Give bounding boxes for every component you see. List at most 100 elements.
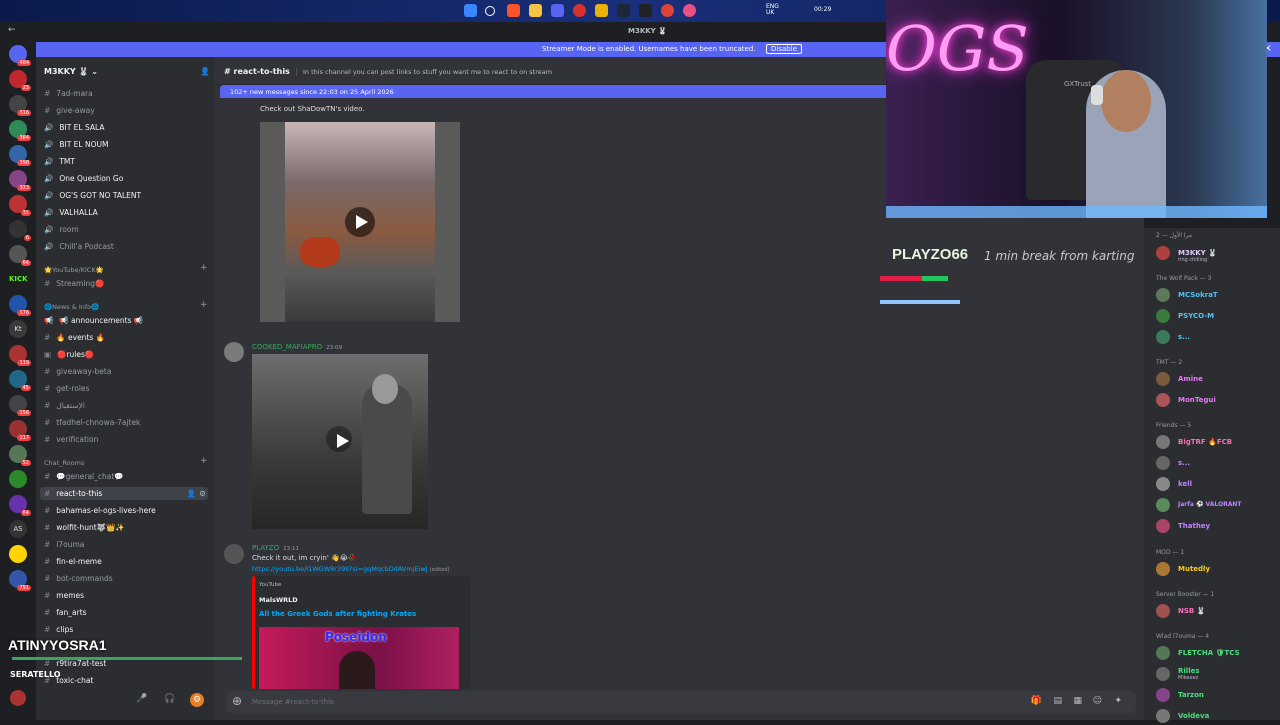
windows-start-icon[interactable] bbox=[464, 4, 477, 17]
message-composer[interactable]: ⊕ Message #react-to-this 🎁 ▤ ▦ ☺ ✦ bbox=[226, 691, 1136, 713]
channel-streaming[interactable]: # Streaming🔴 bbox=[44, 279, 104, 288]
channel-fin-el-meme[interactable]: # fin-el-meme bbox=[44, 557, 102, 566]
channel-topic[interactable]: In this channel you can post links to st… bbox=[296, 68, 552, 76]
kick-server-icon[interactable]: KICK bbox=[9, 270, 28, 288]
server-icon[interactable]: 64 bbox=[9, 495, 31, 516]
gif-icon[interactable]: ▤ bbox=[1053, 696, 1062, 706]
server-icon[interactable]: 52 bbox=[9, 445, 31, 466]
embed-author[interactable]: MalsWRLD bbox=[259, 596, 298, 604]
channel-bit-el-sala[interactable]: 🔊 BIT EL SALA bbox=[44, 123, 104, 132]
terminal-icon[interactable] bbox=[639, 4, 652, 17]
steam-icon[interactable] bbox=[617, 4, 630, 17]
server-icon[interactable]: 156 bbox=[9, 395, 31, 416]
video-embed-1[interactable] bbox=[260, 122, 460, 322]
channel-give-away[interactable]: # give-away bbox=[44, 106, 95, 115]
category-chat-rooms[interactable]: Chat_Rooms bbox=[44, 459, 84, 467]
message-author[interactable]: PLAYZO 23:11 bbox=[252, 544, 299, 552]
file-explorer-icon[interactable] bbox=[529, 4, 542, 17]
channel-events[interactable]: # 🔥 events 🔥 bbox=[44, 333, 105, 342]
record-icon[interactable] bbox=[573, 4, 586, 17]
channel-bit-el-noum[interactable]: 🔊 BIT EL NOUM bbox=[44, 140, 108, 149]
play-icon[interactable] bbox=[326, 426, 352, 452]
disable-streamer-mode-button[interactable]: Disable bbox=[766, 44, 802, 54]
server-icon[interactable]: 6 bbox=[9, 220, 31, 241]
server-icon[interactable]: 31 bbox=[9, 195, 31, 216]
channel-tmt[interactable]: 🔊 TMT bbox=[44, 157, 75, 166]
user-avatar[interactable] bbox=[224, 342, 244, 362]
channel-verification[interactable]: # verification bbox=[44, 435, 98, 444]
channel-bot-commands[interactable]: # bot-commands bbox=[44, 574, 113, 583]
channel-wolfit-hunt[interactable]: # wolfit-hunt🐺👑✨ bbox=[44, 523, 125, 532]
server-icon[interactable] bbox=[9, 470, 27, 488]
emoji-icon[interactable]: ☺ bbox=[1093, 696, 1102, 706]
channel-tfadhel[interactable]: # tfadhel-chnowa-7ajtek bbox=[44, 418, 140, 427]
server-icon[interactable]: 384 bbox=[9, 120, 31, 141]
server-icon[interactable] bbox=[9, 545, 27, 563]
server-icon[interactable]: 323 bbox=[9, 170, 31, 191]
channel-room[interactable]: 🔊 room bbox=[44, 225, 79, 234]
embed-title[interactable]: All the Greek Gods after fighting Kratos bbox=[259, 610, 416, 618]
play-icon[interactable] bbox=[345, 207, 375, 237]
sticker-icon[interactable]: ▦ bbox=[1073, 696, 1082, 706]
server-icon[interactable]: 484 bbox=[9, 45, 31, 66]
server-icon[interactable]: 117 bbox=[9, 420, 31, 441]
add-channel-icon[interactable]: + bbox=[200, 263, 208, 273]
pin-icon[interactable] bbox=[683, 4, 696, 17]
embed-thumbnail[interactable]: Poseidon bbox=[259, 627, 459, 689]
channel-giveaway-beta[interactable]: # giveaway-beta bbox=[44, 367, 111, 376]
discord-app-icon[interactable] bbox=[551, 4, 564, 17]
gear-icon[interactable]: ⚙ bbox=[199, 489, 206, 498]
microphone-icon[interactable]: 🎤 bbox=[136, 694, 147, 704]
channel-clips[interactable]: # clips bbox=[44, 625, 73, 634]
server-icon[interactable]: 23 bbox=[9, 70, 31, 91]
channel-fan-arts[interactable]: # fan_arts bbox=[44, 608, 87, 617]
headphones-icon[interactable]: 🎧 bbox=[164, 694, 175, 704]
server-icon[interactable]: 398 bbox=[9, 145, 31, 166]
server-icon[interactable]: AS bbox=[9, 520, 27, 538]
category-news-info[interactable]: 🌐News & Info🌐 bbox=[44, 303, 99, 311]
server-icon[interactable]: 64 bbox=[9, 245, 31, 266]
server-icon[interactable]: 119 bbox=[9, 345, 31, 366]
brave-browser-icon[interactable] bbox=[507, 4, 520, 17]
user-avatar[interactable] bbox=[224, 544, 244, 564]
tray-language[interactable]: ENG UK bbox=[766, 4, 779, 16]
channel-general-chat[interactable]: # 💬general_chat💬 bbox=[44, 472, 124, 481]
shield-icon[interactable] bbox=[595, 4, 608, 17]
server-icon[interactable]: 45 bbox=[9, 370, 31, 391]
server-icon[interactable]: 791 bbox=[9, 570, 31, 591]
settings-gear-icon[interactable]: ⚙ bbox=[190, 693, 204, 707]
youtube-link[interactable]: https://youtu.be/l1WGW8r39lI?si=gqMqcbDd… bbox=[252, 565, 428, 573]
channel-get-roles[interactable]: # get-roles bbox=[44, 384, 89, 393]
server-icon[interactable]: Kt bbox=[9, 320, 27, 338]
channel-announcements[interactable]: 📢 📢 announcements 📢 bbox=[44, 316, 143, 325]
category-youtube-kick[interactable]: 🌟YouTube/KICK🌟 bbox=[44, 266, 104, 274]
server-icon[interactable]: 176 bbox=[9, 295, 31, 316]
add-channel-icon[interactable]: + bbox=[200, 300, 208, 310]
message-link[interactable]: https://youtu.be/l1WGW8r39lI?si=gqMqcbDd… bbox=[252, 565, 449, 573]
channel-rules[interactable]: ▣ 🔴rules🔴 bbox=[44, 350, 94, 359]
search-icon[interactable] bbox=[485, 6, 495, 16]
clock[interactable]: 00:29 bbox=[814, 7, 831, 13]
channel-ogs-got-no-talent[interactable]: 🔊 OG'S GOT NO TALENT bbox=[44, 191, 141, 200]
user-avatar[interactable] bbox=[10, 690, 26, 706]
invite-icon[interactable]: 👤 bbox=[187, 489, 196, 498]
channel-chilla-podcast[interactable]: 🔊 Chill'a Podcast bbox=[44, 242, 114, 251]
channel-7ad-mara[interactable]: #7ad-mara bbox=[44, 89, 93, 98]
chrome-icon[interactable] bbox=[661, 4, 674, 17]
channel-l7ouma[interactable]: # l7ouma bbox=[44, 540, 84, 549]
channel-bahamas[interactable]: # bahamas-el-ogs-lives-here bbox=[44, 506, 156, 515]
channel-one-question-go[interactable]: 🔊 One Question Go bbox=[44, 174, 123, 183]
add-friend-icon[interactable]: 👤 bbox=[200, 67, 210, 76]
channel-valhalla[interactable]: 🔊 VALHALLA bbox=[44, 208, 98, 217]
server-icon[interactable]: 316 bbox=[9, 95, 31, 116]
add-attachment-icon[interactable]: ⊕ bbox=[232, 694, 242, 708]
back-arrow-icon[interactable]: ← bbox=[8, 25, 16, 35]
new-messages-bar[interactable]: 102+ new messages since 22:03 on 25 Apri… bbox=[220, 85, 900, 98]
guild-name[interactable]: M3KKY 🐰 ⌄ bbox=[44, 67, 98, 76]
gift-icon[interactable]: 🎁 bbox=[1031, 696, 1042, 706]
channel-welcome[interactable]: # الإستقبال bbox=[44, 401, 85, 410]
video-embed-2[interactable] bbox=[252, 354, 428, 529]
channel-react-to-this[interactable]: # react-to-this 👤 ⚙ bbox=[40, 487, 208, 500]
channel-memes[interactable]: # memes bbox=[44, 591, 84, 600]
message-author[interactable]: COOKED_MAFIAPRO 23:09 bbox=[252, 343, 342, 351]
